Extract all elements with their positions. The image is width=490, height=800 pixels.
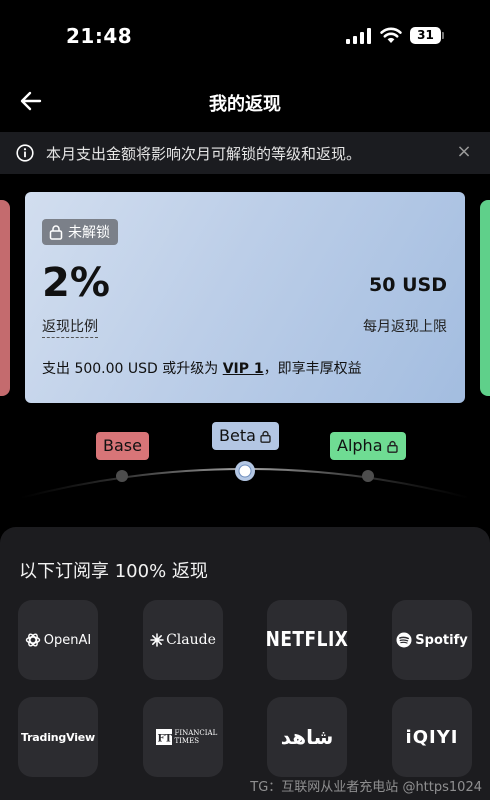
notice-banner: 本月支出金额将影响次月可解锁的等级和返现。 × [0,132,490,174]
tier-selector: Base Beta Alpha [0,420,490,510]
spotify-icon [396,632,412,648]
ft-logo: FINANCIAL TIMES [174,729,218,745]
condition-prefix: 支出 500.00 USD 或升级为 [42,361,223,377]
svg-text:FT: FT [157,734,172,745]
tier-name: Alpha [337,436,383,455]
tier-name: Beta [219,426,256,445]
prev-tier-card[interactable] [0,200,10,396]
status-time: 21:48 [66,24,133,48]
service-openai[interactable]: OpenAI [18,600,98,680]
tradingview-logo: TradingView [20,730,95,744]
lock-icon [386,440,398,453]
lock-icon [260,430,271,443]
tier-dot-alpha[interactable] [362,470,374,482]
shahid-logo: شاهد [280,725,334,749]
tier-chip-beta[interactable]: Beta [212,422,279,450]
signal-icon [346,28,372,44]
vip-link[interactable]: VIP 1 [223,361,264,377]
cashback-rate: 2% [42,260,110,306]
lock-icon [49,225,63,240]
tier-chip-base[interactable]: Base [96,432,149,460]
claude-icon [150,633,164,647]
service-label: OpenAI [43,632,92,648]
watermark: TG：互联网从业者充电站 @https1024 [250,780,482,795]
battery-level: 31 [410,27,441,44]
tier-dot-base[interactable] [116,470,128,482]
service-claude[interactable]: Claude [143,600,223,680]
lock-label: 未解锁 [68,225,110,241]
header: 我的返现 [0,72,490,130]
info-icon [16,144,34,162]
service-netflix[interactable]: NETFLIX [265,600,349,680]
cashback-rate-label[interactable]: 返现比例 [42,316,98,338]
subscriptions-panel: 以下订阅享 100% 返现 OpenAI Claude NETFLIX Spot… [0,527,490,800]
netflix-logo: NETFLIX [265,628,349,652]
service-tradingview[interactable]: TradingView [18,697,98,777]
page-title: 我的返现 [209,94,281,115]
iqiyi-logo: iQIYI [405,726,459,748]
battery-icon: 31 [410,27,444,44]
ft-logo-mark: FT [155,729,172,745]
lock-badge: 未解锁 [42,219,118,245]
service-iqiyi[interactable]: iQIYI [392,697,472,777]
monthly-cap: 50 USD [369,274,447,296]
notice-text: 本月支出金额将影响次月可解锁的等级和返现。 [46,145,362,163]
tier-name: Base [103,436,142,455]
tier-chip-alpha[interactable]: Alpha [330,432,406,460]
tier-card: 未解锁 2% 返现比例 50 USD 每月返现上限 支出 500.00 USD … [25,192,465,403]
upgrade-condition: 支出 500.00 USD 或升级为 VIP 1，即享丰厚权益 [42,358,362,378]
wifi-icon [380,27,402,43]
service-shahid[interactable]: شاهد [267,697,347,777]
service-label: Spotify [415,632,468,648]
condition-suffix: ，即享丰厚权益 [263,361,362,377]
service-financial-times[interactable]: FT FINANCIAL TIMES [143,697,223,777]
status-bar: 21:48 31 [0,0,490,72]
subscriptions-title: 以下订阅享 100% 返现 [19,561,208,582]
service-spotify[interactable]: Spotify [392,600,472,680]
close-icon[interactable]: × [454,142,474,162]
openai-icon [25,633,40,647]
service-label: Claude [166,632,216,648]
next-tier-card[interactable] [480,200,490,396]
monthly-cap-label: 每月返现上限 [363,319,447,335]
